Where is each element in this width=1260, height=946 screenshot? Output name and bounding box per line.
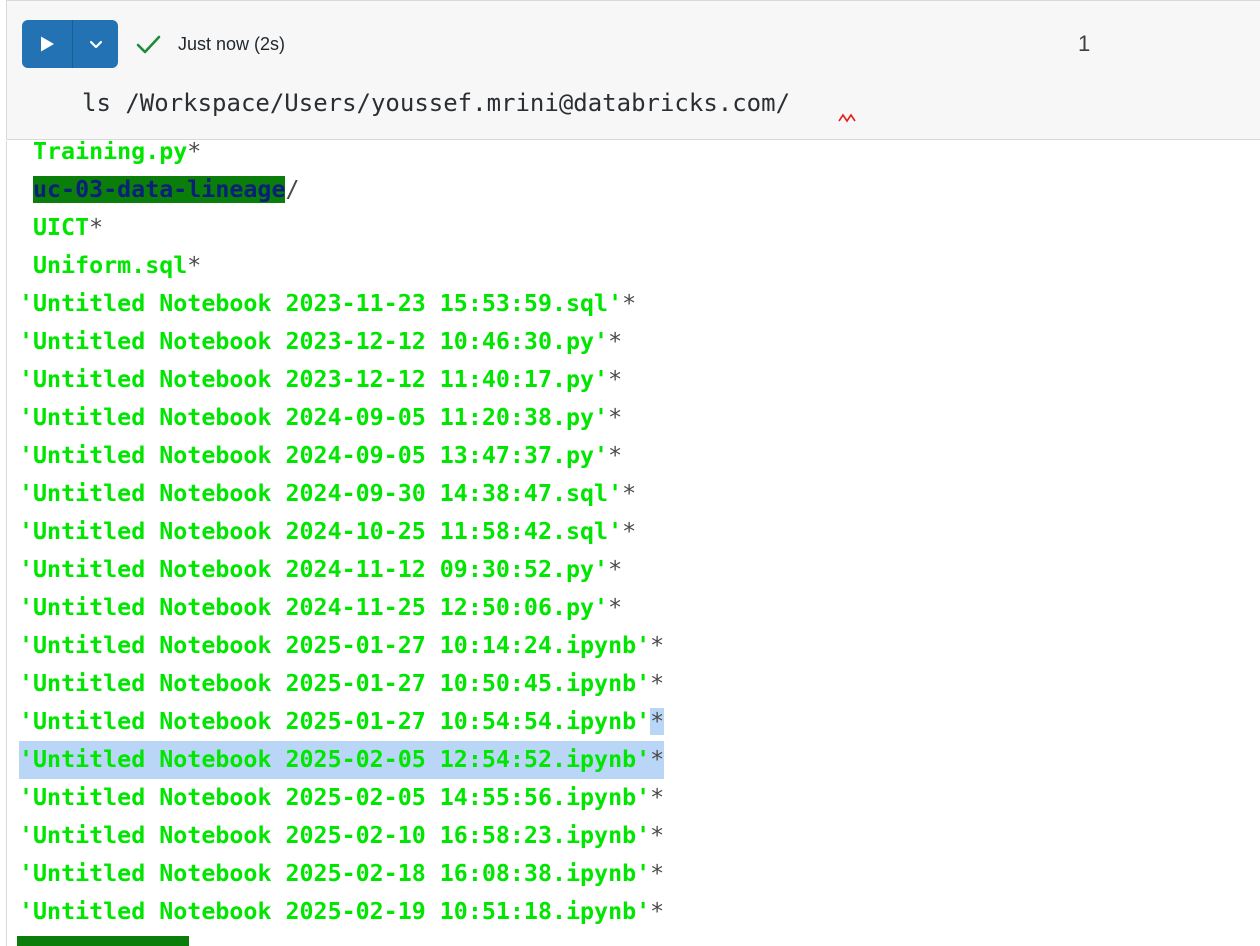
output-file-suffix: * bbox=[608, 328, 623, 355]
output-line: Training.py* bbox=[33, 141, 201, 171]
cell-number: 1 bbox=[1078, 31, 1091, 56]
output-file-name: UICT bbox=[33, 214, 90, 241]
output-file-suffix: * bbox=[622, 480, 637, 507]
output-file-suffix: * bbox=[187, 141, 202, 165]
output-file-name: 'Untitled Notebook 2024-11-25 12:50:06.p… bbox=[19, 594, 609, 621]
output-line: 'Untitled Notebook 2023-12-12 11:40:17.p… bbox=[19, 361, 622, 399]
output-file-suffix: / bbox=[285, 176, 300, 203]
output-file-suffix: * bbox=[622, 518, 637, 545]
partial-next-line bbox=[17, 936, 189, 946]
output-file-suffix: * bbox=[608, 404, 623, 431]
chevron-down-icon bbox=[89, 40, 102, 49]
output-line: 'Untitled Notebook 2025-01-27 10:14:24.i… bbox=[19, 627, 664, 665]
output-file-name: 'Untitled Notebook 2025-02-19 10:51:18.i… bbox=[19, 898, 651, 925]
output-file-name: 'Untitled Notebook 2024-09-05 11:20:38.p… bbox=[19, 404, 609, 431]
output-line: 'Untitled Notebook 2025-01-27 10:54:54.i… bbox=[19, 703, 665, 741]
output-file-name: Uniform.sql bbox=[33, 252, 188, 279]
cell-output: Training.py* uc-03-data-lineage/UICT* Unif… bbox=[6, 141, 1260, 946]
output-file-suffix: * bbox=[650, 898, 665, 925]
output-file-name: 'Untitled Notebook 2025-01-27 10:54:54.i… bbox=[19, 708, 651, 735]
output-file-suffix: * bbox=[650, 746, 665, 773]
spellcheck-squiggle bbox=[838, 113, 856, 123]
output-file-name: 'Untitled Notebook 2023-11-23 15:53:59.s… bbox=[19, 290, 623, 317]
output-line: 'Untitled Notebook 2024-09-30 14:38:47.s… bbox=[19, 475, 636, 513]
run-cell-button[interactable] bbox=[22, 20, 72, 68]
output-file-suffix: * bbox=[608, 594, 623, 621]
output-file-name: 'Untitled Notebook 2025-02-05 14:55:56.i… bbox=[19, 784, 651, 811]
output-file-suffix: * bbox=[187, 252, 202, 279]
output-line: 'Untitled Notebook 2025-02-10 16:58:23.i… bbox=[19, 817, 664, 855]
output-file-suffix: * bbox=[650, 708, 665, 735]
output-file-suffix: * bbox=[650, 860, 665, 887]
output-line: 'Untitled Notebook 2023-11-23 15:53:59.s… bbox=[19, 285, 636, 323]
output-file-suffix: * bbox=[608, 442, 623, 469]
output-file-name: 'Untitled Notebook 2024-09-05 13:47:37.p… bbox=[19, 442, 609, 469]
output-file-name: uc-03-data-lineage bbox=[33, 176, 286, 203]
output-file-name: 'Untitled Notebook 2025-02-18 16:08:38.i… bbox=[19, 860, 651, 887]
output-line: 'Untitled Notebook 2025-02-05 12:54:52.i… bbox=[19, 741, 665, 779]
run-button-group[interactable] bbox=[22, 20, 118, 68]
output-file-suffix: * bbox=[650, 670, 665, 697]
output-file-name: 'Untitled Notebook 2025-01-27 10:50:45.i… bbox=[19, 670, 651, 697]
output-file-name: Training.py bbox=[33, 141, 188, 165]
output-line: uc-03-data-lineage/ bbox=[33, 171, 300, 209]
output-file-suffix: * bbox=[650, 784, 665, 811]
output-line: 'Untitled Notebook 2024-09-05 13:47:37.p… bbox=[19, 437, 622, 475]
output-file-name: 'Untitled Notebook 2023-12-12 11:40:17.p… bbox=[19, 366, 609, 393]
output-line: 'Untitled Notebook 2023-12-12 10:46:30.p… bbox=[19, 323, 622, 361]
output-file-suffix: * bbox=[608, 366, 623, 393]
output-file-suffix: * bbox=[608, 556, 623, 583]
output-file-name: 'Untitled Notebook 2024-11-12 09:30:52.p… bbox=[19, 556, 609, 583]
output-file-name: 'Untitled Notebook 2024-09-30 14:38:47.s… bbox=[19, 480, 623, 507]
output-line: 'Untitled Notebook 2025-02-18 16:08:38.i… bbox=[19, 855, 664, 893]
output-line: 'Untitled Notebook 2024-10-25 11:58:42.s… bbox=[19, 513, 636, 551]
check-icon bbox=[136, 35, 161, 54]
output-line: 'Untitled Notebook 2024-09-05 11:20:38.p… bbox=[19, 399, 622, 437]
output-line: 'Untitled Notebook 2025-01-27 10:50:45.i… bbox=[19, 665, 664, 703]
output-file-suffix: * bbox=[650, 822, 665, 849]
output-file-suffix: * bbox=[622, 290, 637, 317]
run-options-dropdown[interactable] bbox=[73, 20, 118, 68]
code-editor-line[interactable]: ls /Workspace/Users/youssef.mrini@databr… bbox=[82, 86, 790, 120]
play-icon bbox=[41, 36, 54, 52]
output-line: Uniform.sql* bbox=[33, 247, 201, 285]
output-file-name: 'Untitled Notebook 2025-01-27 10:14:24.i… bbox=[19, 632, 651, 659]
output-line: 'Untitled Notebook 2025-02-19 10:51:18.i… bbox=[19, 893, 664, 931]
output-file-suffix: * bbox=[650, 632, 665, 659]
output-file-name: 'Untitled Notebook 2024-10-25 11:58:42.s… bbox=[19, 518, 623, 545]
output-line: 'Untitled Notebook 2024-11-12 09:30:52.p… bbox=[19, 551, 622, 589]
output-line: 'Untitled Notebook 2025-02-05 14:55:56.i… bbox=[19, 779, 664, 817]
output-file-name: 'Untitled Notebook 2025-02-10 16:58:23.i… bbox=[19, 822, 651, 849]
output-line: UICT* bbox=[33, 209, 103, 247]
output-line: 'Untitled Notebook 2024-11-25 12:50:06.p… bbox=[19, 589, 622, 627]
execution-status: Just now (2s) bbox=[178, 34, 286, 54]
output-file-name: 'Untitled Notebook 2025-02-05 12:54:52.i… bbox=[19, 746, 651, 773]
output-file-suffix: * bbox=[89, 214, 104, 241]
output-file-name: 'Untitled Notebook 2023-12-12 10:46:30.p… bbox=[19, 328, 609, 355]
